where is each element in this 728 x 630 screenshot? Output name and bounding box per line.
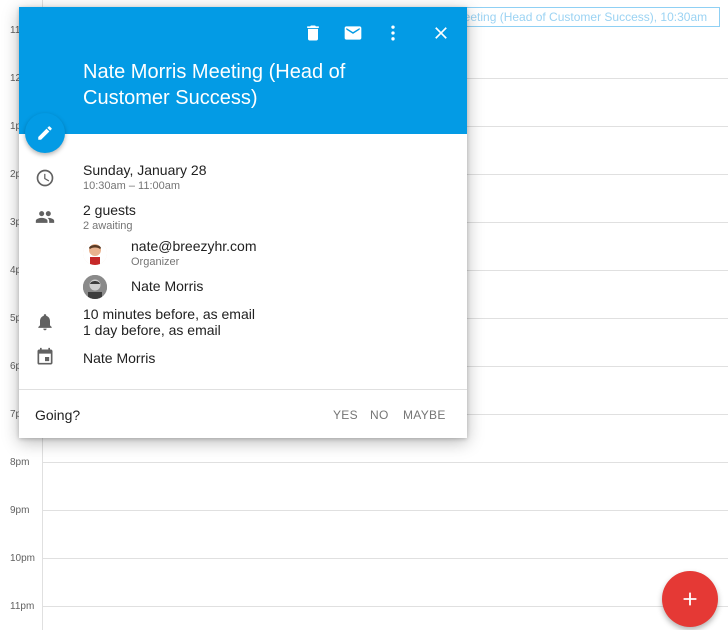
mail-icon	[344, 26, 362, 40]
reminder-item: 1 day before, as email	[83, 322, 221, 338]
divider	[19, 389, 467, 390]
more-vert-icon	[391, 25, 395, 41]
rsvp-question: Going?	[35, 407, 81, 423]
guest-name: Nate Morris	[131, 278, 204, 294]
hour-gridline	[43, 462, 728, 463]
more-options-button[interactable]	[381, 21, 405, 45]
trash-icon	[307, 25, 319, 41]
event-popup-header: Nate Morris Meeting (Head of Customer Su…	[19, 7, 467, 134]
email-guests-button[interactable]	[341, 21, 365, 45]
calendar-icon	[35, 347, 55, 367]
plus-icon	[683, 592, 697, 606]
hour-gridline	[43, 606, 728, 607]
hour-label: 9pm	[10, 505, 30, 516]
event-date: Sunday, January 28	[83, 162, 207, 178]
calendar-event-chip[interactable]: leeting (Head of Customer Success), 10:3…	[446, 7, 720, 27]
create-event-button[interactable]	[662, 571, 718, 627]
hour-label: 10pm	[10, 553, 36, 564]
bell-icon	[35, 312, 55, 332]
rsvp-yes-button[interactable]: YES	[333, 408, 358, 422]
guests-status: 2 awaiting	[83, 220, 133, 232]
rsvp-no-button[interactable]: NO	[370, 408, 389, 422]
hour-label: 8pm	[10, 457, 30, 468]
guest-name: nate@breezyhr.com	[131, 238, 257, 254]
hour-label: 11pm	[10, 601, 35, 612]
avatar	[83, 241, 107, 265]
delete-button[interactable]	[301, 21, 325, 45]
hour-gridline	[43, 510, 728, 511]
edit-event-button[interactable]	[25, 113, 65, 153]
clock-icon	[35, 168, 55, 188]
event-title: Nate Morris Meeting (Head of Customer Su…	[83, 61, 346, 109]
reminder-item: 10 minutes before, as email	[83, 306, 255, 322]
close-icon	[435, 27, 447, 39]
event-time: 10:30am – 11:00am	[83, 180, 181, 192]
close-button[interactable]	[429, 21, 453, 45]
guests-count: 2 guests	[83, 202, 136, 218]
avatar	[83, 275, 107, 299]
guest-role: Organizer	[131, 256, 180, 268]
people-icon	[35, 207, 55, 227]
hour-gridline	[43, 558, 728, 559]
pencil-icon	[38, 126, 52, 140]
calendar-name: Nate Morris	[83, 350, 156, 366]
rsvp-maybe-button[interactable]: MAYBE	[403, 408, 446, 422]
event-details-popup: Nate Morris Meeting (Head of Customer Su…	[19, 7, 467, 438]
